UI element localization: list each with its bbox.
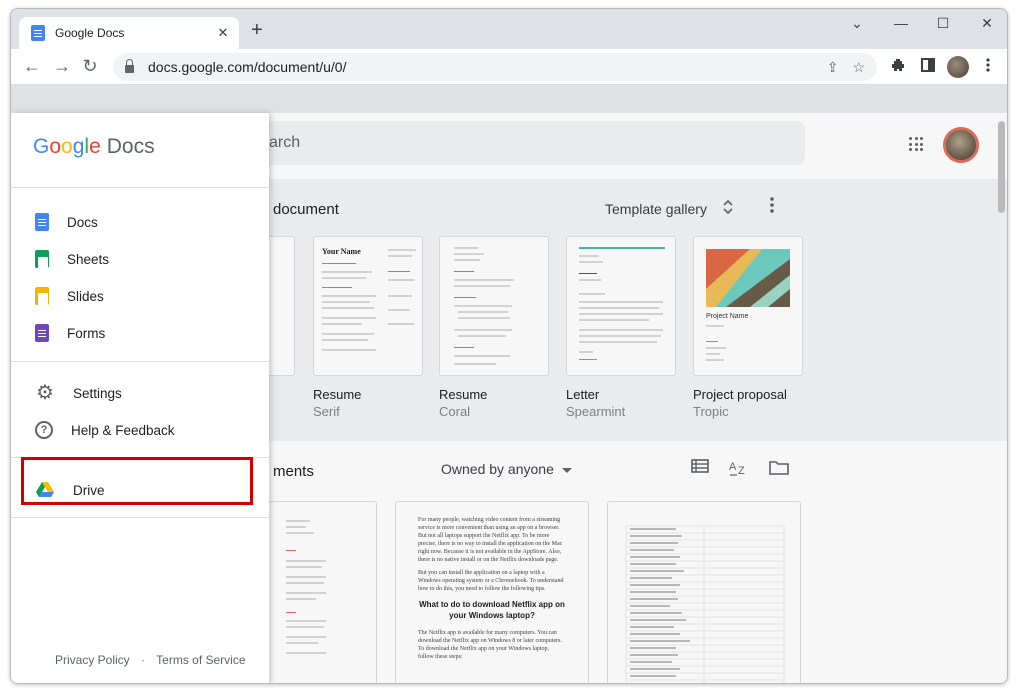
profile-avatar-small[interactable] bbox=[947, 56, 969, 78]
tab-close-icon[interactable]: ✕ bbox=[215, 25, 231, 41]
terms-of-service-link[interactable]: Terms of Service bbox=[156, 653, 245, 667]
google-drive-icon bbox=[35, 481, 55, 499]
drawer-item-sheets[interactable]: Sheets bbox=[35, 244, 255, 274]
new-tab-button[interactable]: + bbox=[251, 20, 263, 40]
side-panel-icon[interactable] bbox=[919, 58, 937, 76]
close-window-button[interactable]: ✕ bbox=[977, 15, 997, 32]
navigation-drawer: Google Docs Docs Sheets Slides Forms ⚙ Se… bbox=[11, 113, 269, 683]
browser-window: Google Docs ✕ + ⌄ — ☐ ✕ ← → ↻ docs.googl… bbox=[10, 8, 1008, 684]
divider bbox=[11, 187, 269, 188]
star-icon[interactable]: ☆ bbox=[852, 59, 865, 76]
minimize-button[interactable]: — bbox=[891, 15, 911, 31]
drawer-item-help[interactable]: ? Help & Feedback bbox=[35, 415, 255, 445]
slides-icon bbox=[35, 287, 49, 305]
maximize-button[interactable]: ☐ bbox=[933, 15, 953, 32]
gear-icon: ⚙ bbox=[36, 382, 54, 404]
tab-bar: Google Docs ✕ + ⌄ — ☐ ✕ bbox=[11, 9, 1007, 49]
forms-icon bbox=[35, 324, 49, 342]
privacy-policy-link[interactable]: Privacy Policy bbox=[55, 653, 130, 667]
share-icon[interactable]: ⇪ bbox=[827, 59, 839, 76]
url-text: docs.google.com/document/u/0/ bbox=[148, 59, 347, 75]
docs-icon bbox=[35, 213, 49, 231]
browser-menu-icon[interactable] bbox=[979, 58, 997, 76]
tab-google-docs[interactable]: Google Docs ✕ bbox=[19, 17, 239, 49]
forward-icon[interactable]: → bbox=[51, 55, 73, 77]
drawer-item-docs[interactable]: Docs bbox=[35, 207, 255, 237]
divider bbox=[11, 517, 269, 518]
drawer-item-drive[interactable]: Drive bbox=[35, 475, 255, 505]
drawer-footer: Privacy Policy · Terms of Service bbox=[55, 653, 254, 667]
lock-icon bbox=[125, 59, 134, 73]
drawer-item-slides[interactable]: Slides bbox=[35, 281, 255, 311]
sheets-icon bbox=[35, 250, 49, 268]
docs-favicon-icon bbox=[31, 25, 45, 41]
tab-search-icon[interactable]: ⌄ bbox=[847, 15, 867, 32]
drawer-item-settings[interactable]: ⚙ Settings bbox=[35, 378, 255, 408]
drawer-item-forms[interactable]: Forms bbox=[35, 318, 255, 348]
bookmarks-area bbox=[11, 85, 1007, 113]
google-docs-logo: Google Docs bbox=[33, 135, 155, 158]
reload-icon[interactable]: ↻ bbox=[79, 55, 101, 77]
footer-separator: · bbox=[141, 653, 146, 667]
extensions-icon[interactable] bbox=[889, 58, 907, 76]
address-bar[interactable]: docs.google.com/document/u/0/ ⇪ ☆ bbox=[113, 53, 877, 81]
divider bbox=[11, 361, 269, 362]
browser-toolbar: ← → ↻ docs.google.com/document/u/0/ ⇪ ☆ bbox=[11, 49, 1007, 85]
drawer-scrim[interactable] bbox=[269, 113, 1007, 683]
back-icon[interactable]: ← bbox=[21, 55, 43, 77]
help-icon: ? bbox=[35, 421, 53, 439]
tab-title: Google Docs bbox=[55, 26, 125, 40]
